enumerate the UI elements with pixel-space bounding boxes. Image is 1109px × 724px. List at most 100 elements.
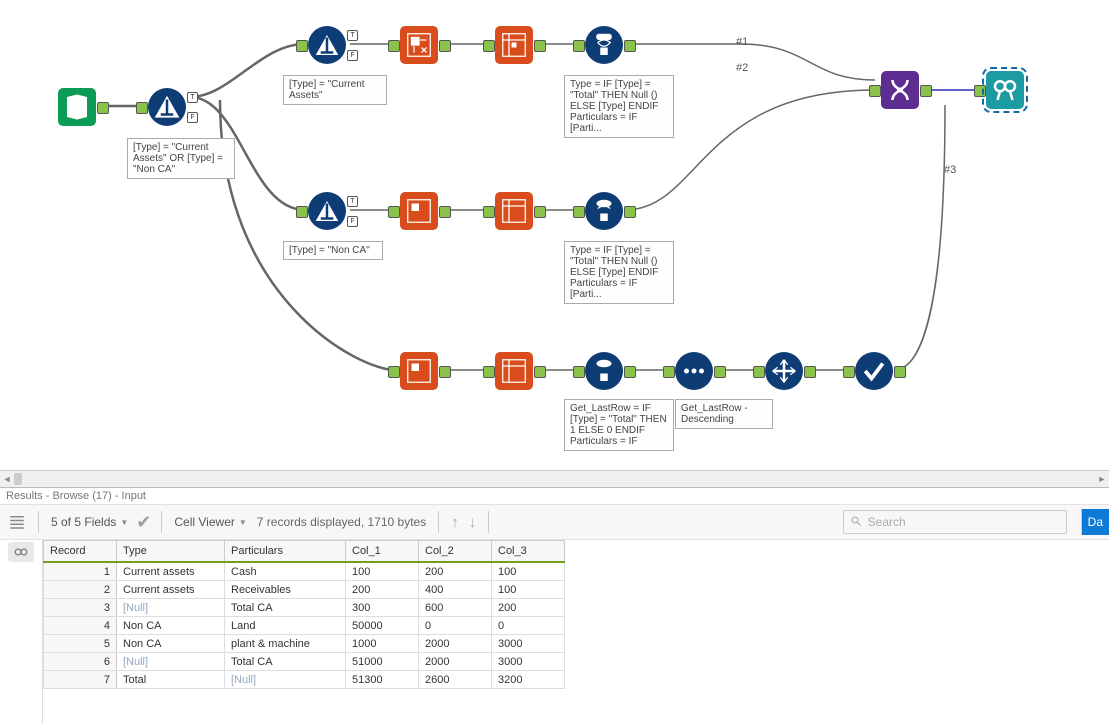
table-cell[interactable]: 7 bbox=[44, 671, 117, 689]
table-cell[interactable]: Land bbox=[225, 617, 346, 635]
search-input[interactable]: Search bbox=[843, 510, 1067, 534]
output-anchor[interactable] bbox=[439, 40, 451, 52]
crosstab-tool[interactable] bbox=[495, 26, 533, 64]
table-cell[interactable]: 3000 bbox=[492, 635, 565, 653]
input-anchor[interactable] bbox=[388, 206, 400, 218]
sort-arrows-tool[interactable] bbox=[765, 352, 803, 390]
true-anchor[interactable]: T bbox=[347, 30, 358, 41]
table-cell[interactable]: 300 bbox=[346, 599, 419, 617]
output-anchor[interactable] bbox=[920, 85, 932, 97]
table-cell[interactable]: [Null] bbox=[225, 671, 346, 689]
fields-summary-dropdown[interactable]: 5 of 5 Fields ▼ bbox=[49, 513, 130, 531]
table-cell[interactable]: Total CA bbox=[225, 653, 346, 671]
output-anchor[interactable] bbox=[534, 206, 546, 218]
table-row[interactable]: 2Current assetsReceivables200400100 bbox=[44, 581, 565, 599]
column-header[interactable]: Col_1 bbox=[346, 541, 419, 563]
table-cell[interactable]: Receivables bbox=[225, 581, 346, 599]
scroll-left-arrow[interactable]: ◄ bbox=[0, 472, 14, 486]
arrow-down-icon[interactable]: ↓ bbox=[467, 512, 479, 533]
false-anchor[interactable]: F bbox=[347, 50, 358, 61]
table-cell[interactable]: Current assets bbox=[117, 562, 225, 581]
input-anchor[interactable] bbox=[483, 40, 495, 52]
transpose-tool[interactable] bbox=[400, 26, 438, 64]
output-anchor[interactable] bbox=[714, 366, 726, 378]
table-row[interactable]: 5Non CAplant & machine100020003000 bbox=[44, 635, 565, 653]
table-cell[interactable]: Total CA bbox=[225, 599, 346, 617]
transpose-tool[interactable] bbox=[400, 352, 438, 390]
input-anchor[interactable] bbox=[483, 366, 495, 378]
input-anchor[interactable] bbox=[573, 366, 585, 378]
column-header[interactable]: Record bbox=[44, 541, 117, 563]
data-button[interactable]: Da bbox=[1081, 509, 1109, 535]
input-anchor[interactable] bbox=[483, 206, 495, 218]
table-cell[interactable]: Non CA bbox=[117, 635, 225, 653]
output-anchor[interactable] bbox=[894, 366, 906, 378]
table-cell[interactable]: [Null] bbox=[117, 599, 225, 617]
true-anchor[interactable]: T bbox=[347, 196, 358, 207]
table-cell[interactable]: 1 bbox=[44, 562, 117, 581]
crosstab-tool[interactable] bbox=[495, 192, 533, 230]
table-cell[interactable]: 3000 bbox=[492, 653, 565, 671]
table-cell[interactable]: 0 bbox=[492, 617, 565, 635]
table-cell[interactable]: 200 bbox=[492, 599, 565, 617]
table-cell[interactable]: 2 bbox=[44, 581, 117, 599]
table-cell[interactable]: 100 bbox=[492, 562, 565, 581]
table-cell[interactable]: plant & machine bbox=[225, 635, 346, 653]
table-cell[interactable]: 100 bbox=[346, 562, 419, 581]
true-anchor[interactable]: T bbox=[187, 92, 198, 103]
table-cell[interactable]: Current assets bbox=[117, 581, 225, 599]
check-icon[interactable]: ✔ bbox=[136, 512, 151, 533]
table-cell[interactable]: 1000 bbox=[346, 635, 419, 653]
table-cell[interactable]: 400 bbox=[419, 581, 492, 599]
table-cell[interactable]: 2000 bbox=[419, 635, 492, 653]
table-cell[interactable]: Non CA bbox=[117, 617, 225, 635]
input-anchor[interactable] bbox=[296, 206, 308, 218]
input-anchor[interactable] bbox=[573, 40, 585, 52]
browse-tool[interactable] bbox=[986, 71, 1024, 109]
output-anchor[interactable] bbox=[534, 366, 546, 378]
scroll-right-arrow[interactable]: ► bbox=[1095, 472, 1109, 486]
table-cell[interactable]: 0 bbox=[419, 617, 492, 635]
table-row[interactable]: 4Non CALand5000000 bbox=[44, 617, 565, 635]
table-cell[interactable]: 51300 bbox=[346, 671, 419, 689]
output-anchor[interactable] bbox=[534, 40, 546, 52]
table-row[interactable]: 3[Null]Total CA300600200 bbox=[44, 599, 565, 617]
input-anchor[interactable] bbox=[663, 366, 675, 378]
input-anchor[interactable] bbox=[388, 366, 400, 378]
table-cell[interactable]: 600 bbox=[419, 599, 492, 617]
input-anchor[interactable] bbox=[573, 206, 585, 218]
table-cell[interactable]: 4 bbox=[44, 617, 117, 635]
column-header[interactable]: Col_2 bbox=[419, 541, 492, 563]
table-cell[interactable]: [Null] bbox=[117, 653, 225, 671]
input-data-tool[interactable] bbox=[58, 88, 96, 126]
binoculars-icon[interactable] bbox=[8, 542, 34, 562]
sort-tool[interactable] bbox=[675, 352, 713, 390]
table-cell[interactable]: 51000 bbox=[346, 653, 419, 671]
crosstab-tool[interactable] bbox=[495, 352, 533, 390]
output-anchor[interactable] bbox=[624, 366, 636, 378]
table-cell[interactable]: 50000 bbox=[346, 617, 419, 635]
table-row[interactable]: 1Current assetsCash100200100 bbox=[44, 562, 565, 581]
table-cell[interactable]: 200 bbox=[419, 562, 492, 581]
filter-tool[interactable] bbox=[148, 88, 186, 126]
table-cell[interactable]: Cash bbox=[225, 562, 346, 581]
table-cell[interactable]: 2000 bbox=[419, 653, 492, 671]
false-anchor[interactable]: F bbox=[187, 112, 198, 123]
filter-tool[interactable] bbox=[308, 192, 346, 230]
column-header[interactable]: Col_3 bbox=[492, 541, 565, 563]
union-tool[interactable] bbox=[881, 71, 919, 109]
column-header[interactable]: Particulars bbox=[225, 541, 346, 563]
table-cell[interactable]: 6 bbox=[44, 653, 117, 671]
workflow-canvas[interactable]: T F [Type] = "Current Assets" OR [Type] … bbox=[0, 0, 1109, 487]
select-tool[interactable] bbox=[855, 352, 893, 390]
output-anchor[interactable] bbox=[439, 366, 451, 378]
output-anchor[interactable] bbox=[97, 102, 109, 114]
formula-tool[interactable] bbox=[585, 26, 623, 64]
input-anchor[interactable] bbox=[136, 102, 148, 114]
input-anchor[interactable] bbox=[843, 366, 855, 378]
input-anchor[interactable] bbox=[974, 85, 986, 97]
table-row[interactable]: 6[Null]Total CA5100020003000 bbox=[44, 653, 565, 671]
transpose-tool[interactable] bbox=[400, 192, 438, 230]
output-anchor[interactable] bbox=[624, 40, 636, 52]
table-cell[interactable]: 5 bbox=[44, 635, 117, 653]
